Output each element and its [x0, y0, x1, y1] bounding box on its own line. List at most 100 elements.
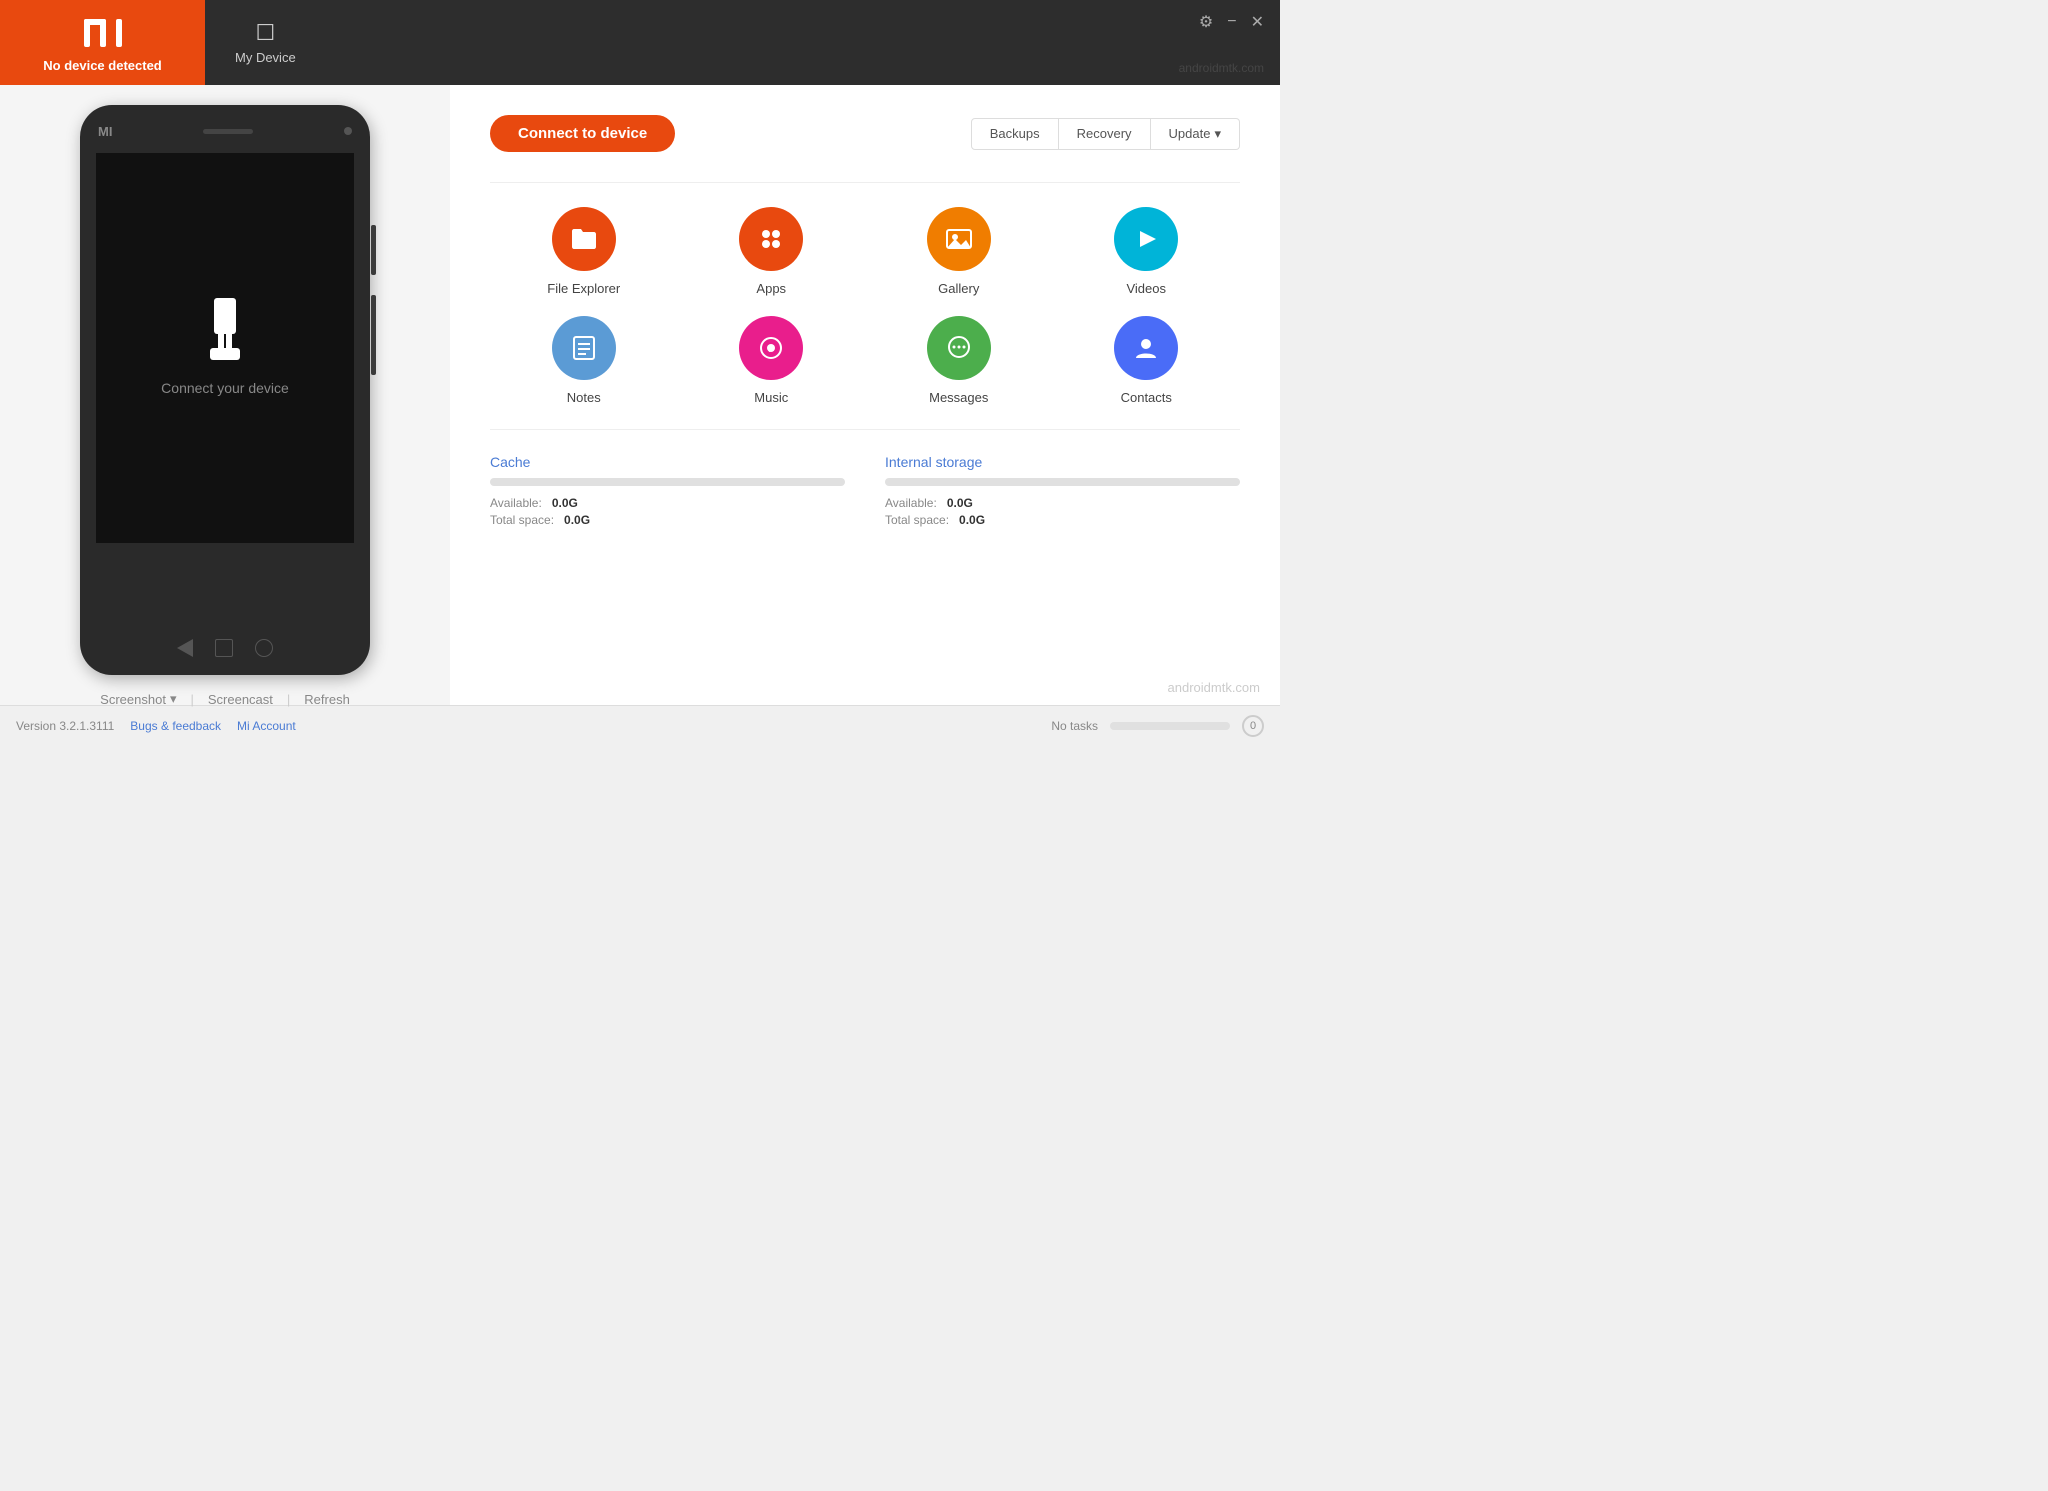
videos-icon	[1114, 207, 1178, 271]
recovery-tab[interactable]: Recovery	[1059, 118, 1151, 150]
messages-svg	[943, 332, 975, 364]
notes-label: Notes	[567, 390, 601, 405]
file-explorer-icon	[552, 207, 616, 271]
bugs-feedback-link[interactable]: Bugs & feedback	[130, 719, 221, 733]
gallery-label: Gallery	[938, 281, 979, 296]
phone-container: MI Connect your device	[80, 105, 370, 675]
contacts-icon	[1114, 316, 1178, 380]
cache-details: Available: 0.0G Total space: 0.0G	[490, 496, 845, 527]
separator1: |	[190, 692, 193, 707]
usb-svg	[200, 298, 250, 363]
gallery-item[interactable]: Gallery	[865, 207, 1053, 296]
right-panel: Connect to device Backups Recovery Updat…	[450, 85, 1280, 705]
internal-total-value: 0.0G	[959, 513, 985, 527]
music-icon: ♪	[739, 316, 803, 380]
music-label: Music	[754, 390, 788, 405]
refresh-label: Refresh	[304, 692, 350, 707]
update-label: Update	[1169, 126, 1211, 141]
apps-label: Apps	[756, 281, 786, 296]
app-logo: No device detected	[0, 0, 205, 85]
phone-bottom-bar	[80, 639, 370, 657]
close-icon[interactable]: ✕	[1251, 12, 1264, 32]
videos-item[interactable]: Videos	[1053, 207, 1241, 296]
messages-icon	[927, 316, 991, 380]
file-explorer-label: File Explorer	[547, 281, 620, 296]
update-tab[interactable]: Update ▾	[1151, 118, 1240, 150]
gallery-icon	[927, 207, 991, 271]
mi-account-link[interactable]: Mi Account	[237, 719, 296, 733]
internal-storage-title: Internal storage	[885, 454, 1240, 470]
notes-icon	[552, 316, 616, 380]
backups-tab[interactable]: Backups	[971, 118, 1059, 150]
phone-mi-label: MI	[98, 124, 112, 139]
phone-speaker	[203, 129, 253, 134]
videos-svg	[1130, 223, 1162, 255]
my-device-tab[interactable]: ☐ My Device	[205, 0, 326, 85]
window-controls: ⚙ − ✕	[1199, 12, 1264, 32]
footer-right: No tasks 0	[1051, 715, 1264, 737]
my-device-label: My Device	[235, 50, 296, 65]
connect-device-button[interactable]: Connect to device	[490, 115, 675, 152]
refresh-button[interactable]: Refresh	[304, 692, 350, 707]
internal-available-row: Available: 0.0G	[885, 496, 1240, 510]
top-actions: Connect to device Backups Recovery Updat…	[490, 115, 1240, 152]
messages-item[interactable]: Messages	[865, 316, 1053, 405]
phone-screen: Connect your device	[96, 153, 354, 543]
screenshot-label: Screenshot	[100, 692, 166, 707]
screenshot-dropdown-icon: ▾	[170, 691, 177, 707]
svg-text:♪: ♪	[768, 344, 773, 354]
version-label: Version 3.2.1.3111	[16, 719, 114, 733]
cache-available-row: Available: 0.0G	[490, 496, 845, 510]
watermark-top: androidmtk.com	[1179, 61, 1264, 75]
internal-storage-details: Available: 0.0G Total space: 0.0G	[885, 496, 1240, 527]
cache-available-label: Available:	[490, 496, 542, 510]
folder-svg	[568, 223, 600, 255]
titlebar: No device detected ☐ My Device ⚙ − ✕ and…	[0, 0, 1280, 85]
no-device-label: No device detected	[43, 58, 162, 73]
task-count-badge: 0	[1242, 715, 1264, 737]
screencast-label: Screencast	[208, 692, 273, 707]
watermark-bottom: androidmtk.com	[1168, 680, 1260, 695]
divider-bottom	[490, 429, 1240, 430]
phone-menu-btn	[255, 639, 273, 657]
mi-logo-icon	[82, 12, 124, 54]
phone-connect-message: Connect your device	[161, 380, 289, 396]
storage-section: Cache Available: 0.0G Total space: 0.0G	[490, 454, 1240, 527]
phone-side-button-bottom	[371, 295, 376, 375]
apps-item[interactable]: Apps	[678, 207, 866, 296]
device-icon: ☐	[255, 20, 275, 46]
music-item[interactable]: ♪ Music	[678, 316, 866, 405]
icons-grid: File Explorer Apps	[490, 207, 1240, 405]
screencast-button[interactable]: Screencast	[208, 692, 273, 707]
no-tasks-label: No tasks	[1051, 719, 1098, 733]
phone-camera	[344, 127, 352, 135]
minimize-icon[interactable]: −	[1227, 13, 1236, 31]
music-svg: ♪	[755, 332, 787, 364]
notes-item[interactable]: Notes	[490, 316, 678, 405]
action-tabs: Backups Recovery Update ▾	[971, 118, 1240, 150]
update-chevron-icon: ▾	[1214, 126, 1221, 142]
videos-label: Videos	[1126, 281, 1166, 296]
contacts-svg	[1130, 332, 1162, 364]
cache-title: Cache	[490, 454, 845, 470]
internal-total-label: Total space:	[885, 513, 949, 527]
separator2: |	[287, 692, 290, 707]
bottom-actions: Screenshot ▾ | Screencast | Refresh	[100, 691, 350, 707]
cache-total-row: Total space: 0.0G	[490, 513, 845, 527]
file-explorer-item[interactable]: File Explorer	[490, 207, 678, 296]
internal-storage: Internal storage Available: 0.0G Total s…	[885, 454, 1240, 527]
apps-svg	[755, 223, 787, 255]
internal-available-value: 0.0G	[947, 496, 973, 510]
settings-icon[interactable]: ⚙	[1199, 12, 1213, 32]
screenshot-button[interactable]: Screenshot ▾	[100, 691, 176, 707]
gallery-svg	[943, 223, 975, 255]
contacts-item[interactable]: Contacts	[1053, 316, 1241, 405]
phone-side-button-top	[371, 225, 376, 275]
main-area: MI Connect your device	[0, 85, 1280, 705]
phone-back-btn	[177, 639, 193, 657]
phone-home-btn	[215, 639, 233, 657]
usb-icon	[200, 300, 250, 360]
phone-top-bar: MI	[80, 115, 370, 147]
footer: Version 3.2.1.3111 Bugs & feedback Mi Ac…	[0, 705, 1280, 745]
left-panel: MI Connect your device	[0, 85, 450, 705]
